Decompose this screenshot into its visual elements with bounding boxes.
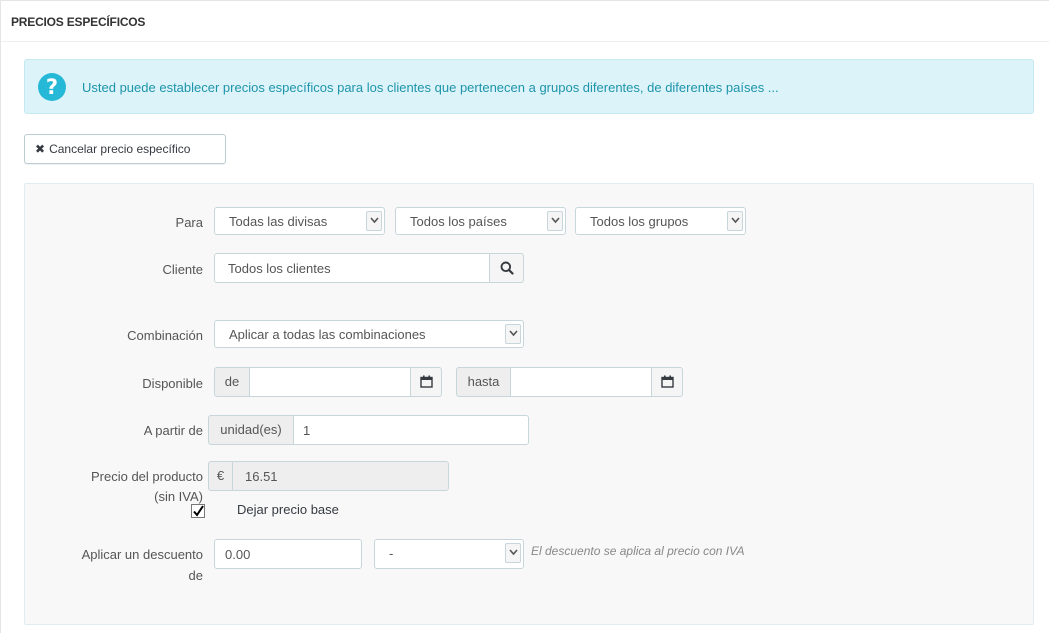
cancel-button-label: Cancelar precio específico xyxy=(49,142,191,156)
alert-text: Usted puede establecer precios específic… xyxy=(82,80,779,95)
chevron-down-icon xyxy=(727,211,743,231)
product-price-value: 16.51 xyxy=(245,469,278,484)
product-price-input: 16.51 xyxy=(232,461,449,491)
chevron-down-icon xyxy=(547,211,563,231)
question-icon: ? xyxy=(38,73,66,101)
panel-title: PRECIOS ESPECÍFICOS xyxy=(11,15,146,29)
panel-divider xyxy=(1,41,1049,42)
chevron-down-icon xyxy=(366,211,382,231)
cliente-label: Cliente xyxy=(162,262,203,277)
currency-select-value: Todas las divisas xyxy=(229,214,328,229)
specific-prices-panel: PRECIOS ESPECÍFICOS ? Usted puede establ… xyxy=(0,0,1049,633)
units-addon: unidad(es) xyxy=(208,415,294,445)
cancel-specific-price-button[interactable]: ✖ Cancelar precio específico xyxy=(24,134,226,164)
para-label: Para xyxy=(175,215,203,230)
x-icon: ✖ xyxy=(35,142,46,156)
descuento-label: Aplicar un descuento xyxy=(81,547,203,562)
combinacion-label: Combinación xyxy=(127,328,203,343)
combination-select-value: Aplicar a todas las combinaciones xyxy=(229,327,426,342)
keep-base-price-label: Dejar precio base xyxy=(237,502,339,517)
checkmark-icon xyxy=(193,505,204,517)
country-select[interactable]: Todos los países xyxy=(395,207,566,235)
info-alert: ? Usted puede establecer precios específ… xyxy=(24,59,1034,114)
descuento-label-sub: de xyxy=(188,568,203,583)
precio-label: Precio del producto xyxy=(90,469,203,484)
date-to-addon: hasta xyxy=(456,367,511,397)
customer-search-input[interactable]: Todos los clientes xyxy=(214,253,490,283)
discount-type-value: - xyxy=(389,546,394,561)
customer-search-button[interactable] xyxy=(489,253,524,283)
date-to-input[interactable] xyxy=(510,367,652,397)
chevron-down-icon xyxy=(505,543,521,563)
from-quantity-value: 1 xyxy=(303,423,311,438)
calendar-icon xyxy=(420,375,433,388)
currency-addon: € xyxy=(208,461,233,491)
date-from-addon: de xyxy=(214,367,250,397)
group-select-value: Todos los grupos xyxy=(590,214,689,229)
from-quantity-input[interactable]: 1 xyxy=(293,415,529,445)
calendar-icon xyxy=(661,375,674,388)
currency-select[interactable]: Todas las divisas xyxy=(214,207,385,235)
discount-amount-value: 0.00 xyxy=(225,547,251,562)
search-icon xyxy=(500,261,514,275)
discount-amount-input[interactable]: 0.00 xyxy=(214,539,362,569)
customer-input-value: Todos los clientes xyxy=(228,261,331,276)
date-from-input[interactable] xyxy=(249,367,411,397)
chevron-down-icon xyxy=(505,324,521,344)
discount-type-select[interactable]: - xyxy=(374,539,524,569)
a-partir-label: A partir de xyxy=(143,423,203,438)
discount-hint: El descuento se aplica al precio con IVA xyxy=(531,544,745,558)
keep-base-price-checkbox[interactable] xyxy=(191,504,205,518)
group-select[interactable]: Todos los grupos xyxy=(575,207,746,235)
date-to-calendar-button[interactable] xyxy=(651,367,683,397)
date-from-calendar-button[interactable] xyxy=(410,367,442,397)
precio-label-sub: (sin IVA) xyxy=(154,489,203,504)
disponible-label: Disponible xyxy=(142,376,203,391)
country-select-value: Todos los países xyxy=(410,214,507,229)
combination-select[interactable]: Aplicar a todas las combinaciones xyxy=(214,320,524,348)
